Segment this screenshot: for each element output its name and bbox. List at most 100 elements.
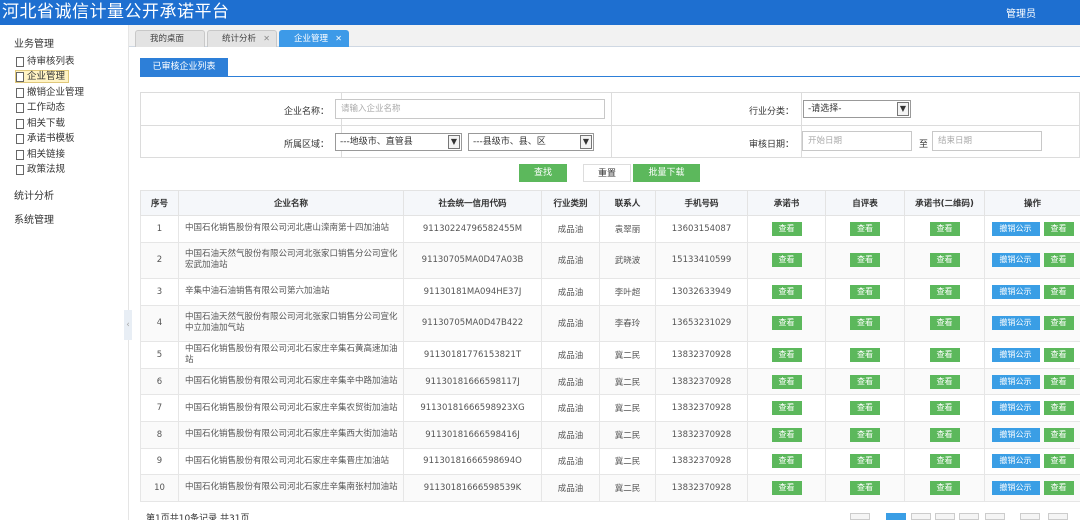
revoke-publicity-button[interactable]: 撤销公示 — [991, 401, 1040, 416]
revoke-publicity-button[interactable]: 撤销公示 — [991, 427, 1040, 442]
operation-view-button[interactable]: 查看 — [1043, 284, 1074, 299]
self-evaluation-view-button[interactable]: 查看 — [850, 427, 880, 442]
commitment-view-button[interactable]: 查看 — [771, 454, 802, 469]
commitment-view-button[interactable]: 查看 — [771, 284, 802, 299]
revoke-publicity-button[interactable]: 撤销公示 — [991, 347, 1040, 362]
company-name-input[interactable]: 请输入企业名称 — [335, 99, 605, 119]
revoke-publicity-button[interactable]: 撤销公示 — [991, 284, 1040, 299]
sidebar-item-label: 承诺书模板 — [27, 133, 75, 144]
revoke-publicity-button[interactable]: 撤销公示 — [991, 316, 1040, 331]
search-button[interactable]: 查找 — [519, 164, 567, 182]
revoke-publicity-button[interactable]: 撤销公示 — [991, 454, 1040, 469]
qrcode-view-button[interactable]: 查看 — [929, 480, 960, 495]
table-row: 7 中国石化销售股份有限公司河北石家庄辛集农贸街加油站 91130181666598… — [140, 394, 1080, 422]
pagination-last[interactable] — [1020, 513, 1040, 520]
self-evaluation-view-button[interactable]: 查看 — [850, 284, 880, 299]
row-number: 2 — [140, 241, 179, 280]
pagination-page-current[interactable] — [886, 513, 906, 520]
sidebar-group-system[interactable]: 系统管理 — [14, 211, 54, 226]
commitment-view-button[interactable]: 查看 — [771, 480, 802, 495]
industry-category: 成品油 — [541, 420, 600, 449]
date-end-input[interactable]: 结束日期 — [932, 131, 1042, 151]
credit-code: 91130181666598694O — [403, 447, 542, 476]
date-start-input[interactable]: 开始日期 — [802, 131, 912, 151]
action-cell: 查看 — [904, 367, 985, 396]
phone-number: 13832370928 — [655, 367, 748, 396]
sidebar-item-policies[interactable]: 政策法规 — [16, 163, 65, 176]
city-select[interactable]: ---地级市、直管县 ▼ — [335, 133, 462, 151]
qrcode-view-button[interactable]: 查看 — [929, 347, 960, 362]
contact-person: 冀二民 — [599, 474, 656, 502]
sidebar-item-pending[interactable]: 待审核列表 — [16, 55, 75, 68]
county-select[interactable]: ---县级市、县、区 ▼ — [468, 133, 594, 151]
commitment-view-button[interactable]: 查看 — [771, 253, 802, 268]
revoke-publicity-button[interactable]: 撤销公示 — [991, 221, 1040, 236]
self-evaluation-view-button[interactable]: 查看 — [850, 347, 880, 362]
self-evaluation-view-button[interactable]: 查看 — [850, 374, 880, 389]
pagination-next[interactable] — [985, 513, 1005, 520]
action-cell: 查看 — [904, 474, 985, 502]
operation-view-button[interactable]: 查看 — [1043, 221, 1074, 236]
qrcode-view-button[interactable]: 查看 — [929, 401, 960, 416]
sidebar-item-label: 待审核列表 — [27, 56, 75, 67]
collapse-sidebar-handle[interactable]: ‹ — [124, 310, 132, 340]
revoke-publicity-button[interactable]: 撤销公示 — [991, 374, 1040, 389]
self-evaluation-view-button[interactable]: 查看 — [850, 454, 880, 469]
tab-label: 统计分析 — [222, 34, 257, 44]
operation-view-button[interactable]: 查看 — [1043, 454, 1074, 469]
operation-view-button[interactable]: 查看 — [1043, 427, 1074, 442]
pagination-jump[interactable] — [1048, 513, 1068, 520]
sidebar-item-template[interactable]: 承诺书模板 — [16, 132, 75, 145]
operation-view-button[interactable]: 查看 — [1043, 401, 1074, 416]
industry-category: 成品油 — [541, 394, 600, 422]
pagination-first[interactable] — [850, 513, 870, 520]
operation-view-button[interactable]: 查看 — [1043, 253, 1074, 268]
revoke-publicity-button[interactable]: 撤销公示 — [991, 253, 1040, 268]
commitment-view-button[interactable]: 查看 — [771, 221, 802, 236]
sidebar-item-downloads[interactable]: 相关下载 — [16, 117, 65, 130]
sidebar-item-revoked[interactable]: 撤销企业管理 — [16, 86, 84, 99]
reset-button[interactable]: 重置 — [583, 164, 631, 182]
current-user[interactable]: 管理员 — [1006, 5, 1036, 20]
self-evaluation-view-button[interactable]: 查看 — [850, 401, 880, 416]
sidebar-item-news[interactable]: 工作动态 — [16, 101, 65, 114]
tab-desktop[interactable]: 我的桌面 — [135, 30, 205, 47]
tab-company-management[interactable]: 企业管理 ✕ — [279, 30, 349, 47]
pagination-page[interactable] — [911, 513, 931, 520]
qrcode-view-button[interactable]: 查看 — [929, 454, 960, 469]
commitment-view-button[interactable]: 查看 — [771, 316, 802, 331]
commitment-view-button[interactable]: 查看 — [771, 374, 802, 389]
pagination-page[interactable] — [935, 513, 955, 520]
qrcode-view-button[interactable]: 查看 — [929, 427, 960, 442]
qrcode-view-button[interactable]: 查看 — [929, 374, 960, 389]
close-icon[interactable]: ✕ — [263, 31, 270, 47]
qrcode-view-button[interactable]: 查看 — [929, 284, 960, 299]
self-evaluation-view-button[interactable]: 查看 — [850, 253, 880, 268]
operation-view-button[interactable]: 查看 — [1043, 480, 1074, 495]
qrcode-view-button[interactable]: 查看 — [929, 221, 960, 236]
qrcode-view-button[interactable]: 查看 — [929, 316, 960, 331]
column-header: 自评表 — [825, 190, 905, 216]
revoke-publicity-button[interactable]: 撤销公示 — [991, 480, 1040, 495]
column-header: 企业名称 — [178, 190, 404, 216]
sidebar-group-statistics[interactable]: 统计分析 — [14, 187, 54, 202]
qrcode-view-button[interactable]: 查看 — [929, 253, 960, 268]
sidebar-group-business[interactable]: 业务管理 — [14, 35, 54, 50]
close-icon[interactable]: ✕ — [335, 31, 342, 47]
sidebar-item-company[interactable]: 企业管理 — [15, 70, 70, 83]
self-evaluation-view-button[interactable]: 查看 — [850, 480, 880, 495]
operation-view-button[interactable]: 查看 — [1043, 347, 1074, 362]
self-evaluation-view-button[interactable]: 查看 — [850, 221, 880, 236]
operation-view-button[interactable]: 查看 — [1043, 374, 1074, 389]
tab-statistics[interactable]: 统计分析 ✕ — [207, 30, 277, 47]
sidebar-item-links[interactable]: 相关链接 — [16, 148, 65, 161]
commitment-view-button[interactable]: 查看 — [771, 401, 802, 416]
commitment-view-button[interactable]: 查看 — [771, 347, 802, 362]
industry-select[interactable]: -请选择- ▼ — [803, 100, 911, 118]
commitment-view-button[interactable]: 查看 — [771, 427, 802, 442]
operation-view-button[interactable]: 查看 — [1043, 316, 1074, 331]
batch-download-button[interactable]: 批量下载 — [633, 164, 700, 182]
self-evaluation-view-button[interactable]: 查看 — [850, 316, 880, 331]
table-row: 5 中国石化销售股份有限公司河北石家庄辛集石黄高速加油站 9113018177615… — [140, 341, 1080, 369]
pagination-page[interactable] — [959, 513, 979, 520]
